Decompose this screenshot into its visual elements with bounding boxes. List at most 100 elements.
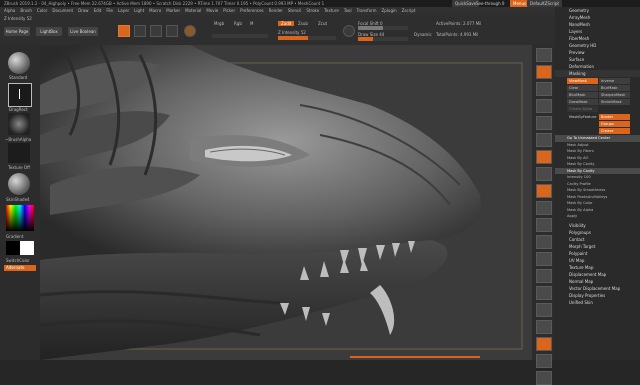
menu-stencil[interactable]: Stencil — [288, 8, 302, 13]
lightbox-button[interactable]: LightBox — [36, 27, 62, 36]
display-properties-subpalette[interactable]: Display Properties — [555, 292, 640, 299]
normal-map-subpalette[interactable]: Normal Map — [555, 278, 640, 285]
mask-by-feature-button[interactable]: MaskByFeature — [567, 114, 598, 120]
menu-light[interactable]: Light — [134, 8, 144, 13]
polyf-button[interactable] — [535, 303, 552, 317]
deformation-subpalette[interactable]: Deformation — [555, 63, 640, 70]
shrinkmask-button[interactable]: ShrinkMask — [599, 99, 630, 105]
rotate-icon[interactable] — [184, 25, 196, 37]
border-toggle[interactable]: Border — [599, 114, 630, 120]
draw-icon[interactable] — [134, 25, 146, 37]
home-page-button[interactable]: Home Page — [4, 27, 30, 36]
unified-skin-subpalette[interactable]: Unified Skin — [555, 299, 640, 306]
color-picker[interactable] — [6, 205, 34, 231]
spix-button[interactable] — [535, 65, 552, 79]
geometry-hd-subpalette[interactable]: Geometry HD — [555, 42, 640, 49]
floor-button[interactable] — [535, 167, 552, 181]
geometry-subpalette[interactable]: Geometry — [555, 7, 640, 14]
texture-thumbnail[interactable] — [8, 143, 30, 163]
solo-button[interactable] — [535, 354, 552, 368]
menu-texture[interactable]: Texture — [324, 8, 339, 13]
menu-material[interactable]: Material — [185, 8, 201, 13]
move-icon[interactable] — [150, 25, 162, 37]
mrgb-button[interactable]: Mrgb — [214, 21, 224, 26]
blurmask-button-2[interactable]: BlurMask — [567, 92, 598, 98]
alternate-button[interactable]: Alternate — [4, 265, 36, 271]
menu-edit[interactable]: Edit — [94, 8, 102, 13]
xpose-button[interactable] — [535, 371, 552, 385]
crease-toggle[interactable]: Crease — [599, 128, 630, 134]
move-view-button[interactable] — [535, 235, 552, 249]
polygroups-subpalette[interactable]: Polygroups — [555, 229, 640, 236]
create-alpha-button[interactable]: Create Alpha — [567, 106, 598, 112]
menu-render[interactable]: Render — [269, 8, 283, 13]
gizmo-button[interactable] — [535, 201, 552, 215]
default-zscript-button[interactable]: DefaultZScript — [527, 0, 562, 7]
blurmask-button[interactable]: BlurMask — [599, 85, 630, 91]
viewmask-button[interactable]: ViewMask — [567, 78, 598, 84]
undo-history-bar[interactable] — [350, 356, 480, 358]
m-button[interactable]: M — [250, 21, 253, 26]
masking-subpalette[interactable]: Masking — [555, 70, 640, 77]
visibility-subpalette[interactable]: Visibility — [555, 222, 640, 229]
contact-subpalette[interactable]: Contact — [555, 236, 640, 243]
growmask-button[interactable]: GrowMask — [567, 99, 598, 105]
zcut-button[interactable]: Zcut — [318, 21, 327, 26]
surface-subpalette[interactable]: Surface — [555, 56, 640, 63]
zoom-button[interactable] — [535, 99, 552, 113]
preview-subpalette[interactable]: Preview — [555, 49, 640, 56]
menu-file[interactable]: File — [106, 8, 113, 13]
rgb-button[interactable]: Rgb — [234, 21, 242, 26]
texture-map-subpalette[interactable]: Texture Map — [555, 264, 640, 271]
tablet-pressure-icon[interactable] — [343, 25, 355, 37]
viewport-canvas[interactable] — [40, 45, 532, 360]
layers-subpalette[interactable]: Layers — [555, 28, 640, 35]
live-boolean-button[interactable]: Live Boolean — [68, 27, 98, 36]
main-color-swatch[interactable] — [6, 241, 20, 255]
switch-color-button[interactable]: SwitchColor — [6, 258, 30, 263]
morph-target-subpalette[interactable]: Morph Target — [555, 243, 640, 250]
stroke-thumbnail[interactable] — [8, 83, 32, 107]
uv-map-subpalette[interactable]: UV Map — [555, 257, 640, 264]
polypaint-subpalette[interactable]: Polypaint — [555, 250, 640, 257]
line-fill-button[interactable] — [535, 286, 552, 300]
ghost-button[interactable] — [535, 337, 552, 351]
menu-brush[interactable]: Brush — [20, 8, 32, 13]
dynamic-toggle[interactable]: Dynamic — [414, 32, 432, 37]
menu-document[interactable]: Document — [52, 8, 73, 13]
draw-size-slider[interactable] — [358, 37, 408, 41]
z-intensity-slider[interactable] — [278, 36, 336, 40]
focal-shift-slider[interactable] — [358, 26, 408, 30]
menu-stroke[interactable]: Stroke — [306, 8, 319, 13]
see-through-slider[interactable]: See-through 0 — [476, 0, 504, 7]
apply-button[interactable]: Apply — [555, 213, 640, 220]
menu-picker[interactable]: Picker — [223, 8, 235, 13]
menu-marker[interactable]: Marker — [166, 8, 180, 13]
frame-button[interactable] — [535, 218, 552, 232]
arraymesh-subpalette[interactable]: ArrayMesh — [555, 14, 640, 21]
actual-button[interactable] — [535, 116, 552, 130]
fibermesh-subpalette[interactable]: FiberMesh — [555, 35, 640, 42]
secondary-color-swatch[interactable] — [20, 241, 34, 255]
menu-alpha[interactable]: Alpha — [4, 8, 15, 13]
vector-displacement-map-subpalette[interactable]: Vector Displacement Map — [555, 285, 640, 292]
zadd-button[interactable]: Zadd — [278, 21, 295, 26]
inverse-button[interactable]: Inverse — [599, 78, 630, 84]
menu-transform[interactable]: Transform — [357, 8, 377, 13]
edit-icon[interactable] — [118, 25, 130, 37]
menu-preferences[interactable]: Preferences — [240, 8, 264, 13]
scale-icon[interactable] — [166, 25, 178, 37]
brush-thumbnail[interactable] — [8, 52, 30, 74]
scroll-button[interactable] — [535, 82, 552, 96]
aahalf-button[interactable] — [535, 133, 552, 147]
local-button[interactable] — [535, 184, 552, 198]
zoomit-button[interactable] — [535, 252, 552, 266]
displacement-map-subpalette[interactable]: Displacement Map — [555, 271, 640, 278]
menu-zscript[interactable]: Zscript — [402, 8, 416, 13]
rotate-view-button[interactable] — [535, 269, 552, 283]
menu-color[interactable]: Color — [37, 8, 47, 13]
transp-button[interactable] — [535, 320, 552, 334]
menu-layer[interactable]: Layer — [118, 8, 129, 13]
menu-draw[interactable]: Draw — [78, 8, 88, 13]
persp-button[interactable] — [535, 150, 552, 164]
